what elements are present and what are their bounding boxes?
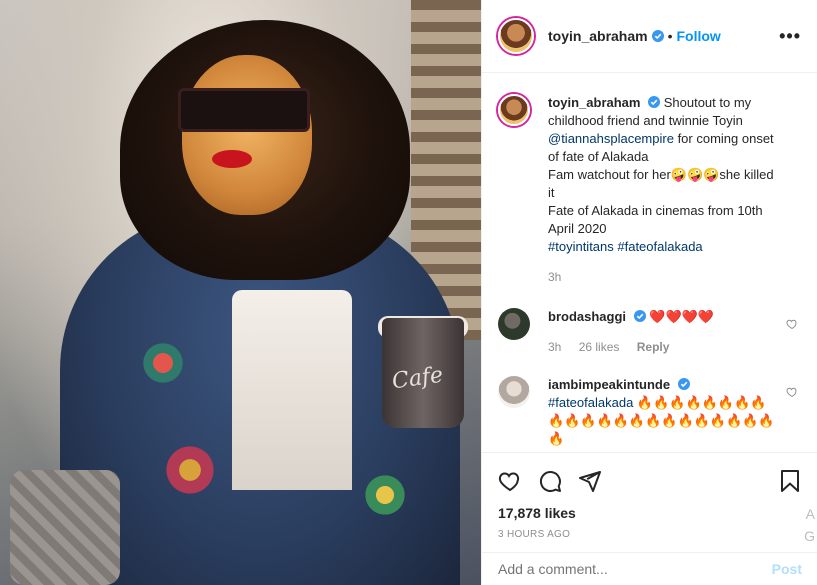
commenter-username[interactable]: brodashaggi xyxy=(548,309,626,324)
photo-lips xyxy=(212,150,252,168)
verified-icon xyxy=(633,310,646,322)
comment-time[interactable]: 3h xyxy=(548,340,561,354)
comment-like-heart-icon[interactable] xyxy=(786,318,798,330)
comment-text: ❤️❤️❤️❤️ xyxy=(649,309,715,324)
comment-item: brodashaggi ❤️❤️❤️❤️ 3h 26 likes Reply xyxy=(498,308,802,356)
caption-body: toyin_abraham Shoutout to my childhood f… xyxy=(548,94,776,286)
comment-hashtag[interactable]: #fateofalakada xyxy=(548,395,633,410)
caption-hashtags[interactable]: #toyintitans #fateofalakada xyxy=(548,239,703,254)
edge-letter-a: A xyxy=(805,506,815,522)
header-separator: • xyxy=(667,28,673,44)
caption-emoji: 🤪🤪🤪 xyxy=(670,167,720,182)
add-comment-input[interactable] xyxy=(498,561,772,577)
caption: toyin_abraham Shoutout to my childhood f… xyxy=(498,94,802,286)
comment-meta: 3h 26 likes Reply xyxy=(548,338,776,356)
photo-face xyxy=(182,55,312,215)
comment-item: iambimpeakintunde #fateofalakada 🔥🔥🔥🔥🔥🔥🔥… xyxy=(498,376,802,448)
bookmark-icon[interactable] xyxy=(778,469,802,493)
photo-sunglasses xyxy=(178,88,310,132)
share-icon[interactable] xyxy=(578,469,602,493)
comment-likes[interactable]: 26 likes xyxy=(579,340,620,354)
caption-mention-link[interactable]: @tiannahsplacempire xyxy=(548,131,674,146)
author-avatar[interactable] xyxy=(498,18,534,54)
comments-list[interactable]: toyin_abraham Shoutout to my childhood f… xyxy=(482,74,817,452)
add-comment-bar: Post xyxy=(482,552,817,585)
post-age[interactable]: 3 HOURS AGO xyxy=(498,529,802,540)
caption-text: Fate of Alakada in cinemas from 10th Apr… xyxy=(548,203,763,236)
action-icons xyxy=(498,461,802,501)
caption-avatar[interactable] xyxy=(498,94,530,126)
verified-icon xyxy=(648,96,661,108)
caption-username[interactable]: toyin_abraham xyxy=(548,95,640,110)
photo-handbag xyxy=(10,470,120,585)
photo-white-top xyxy=(232,290,352,490)
edge-letter-g: G xyxy=(804,528,815,544)
author-username[interactable]: toyin_abraham xyxy=(548,28,648,44)
photo-embroidery xyxy=(160,440,220,500)
post-details-panel: toyin_abraham • Follow ••• toyin_abraham… xyxy=(481,0,817,585)
commenter-username[interactable]: iambimpeakintunde xyxy=(548,377,670,392)
reply-button[interactable]: Reply xyxy=(637,340,670,354)
comment-body: brodashaggi ❤️❤️❤️❤️ 3h 26 likes Reply xyxy=(548,308,776,356)
more-options-icon[interactable]: ••• xyxy=(779,26,801,47)
comment-icon[interactable] xyxy=(538,469,562,493)
commenter-avatar[interactable] xyxy=(498,308,530,340)
caption-text: Fam watchout for her xyxy=(548,167,671,182)
follow-button[interactable]: Follow xyxy=(677,28,721,44)
photo-embroidery xyxy=(360,470,410,520)
verified-icon xyxy=(677,378,690,390)
likes-count[interactable]: 17,878 likes xyxy=(498,505,802,521)
post-comment-button[interactable]: Post xyxy=(772,561,802,577)
post-header: toyin_abraham • Follow ••• xyxy=(482,0,817,73)
post-photo[interactable]: Cafe xyxy=(0,0,481,585)
heart-icon[interactable] xyxy=(498,469,522,493)
comment-body: iambimpeakintunde #fateofalakada 🔥🔥🔥🔥🔥🔥🔥… xyxy=(548,376,776,448)
photo-embroidery xyxy=(140,340,186,386)
comment-like-heart-icon[interactable] xyxy=(786,386,798,398)
commenter-avatar[interactable] xyxy=(498,376,530,408)
verified-icon xyxy=(651,30,664,42)
caption-meta: 3h xyxy=(548,268,776,286)
caption-time[interactable]: 3h xyxy=(548,270,561,284)
